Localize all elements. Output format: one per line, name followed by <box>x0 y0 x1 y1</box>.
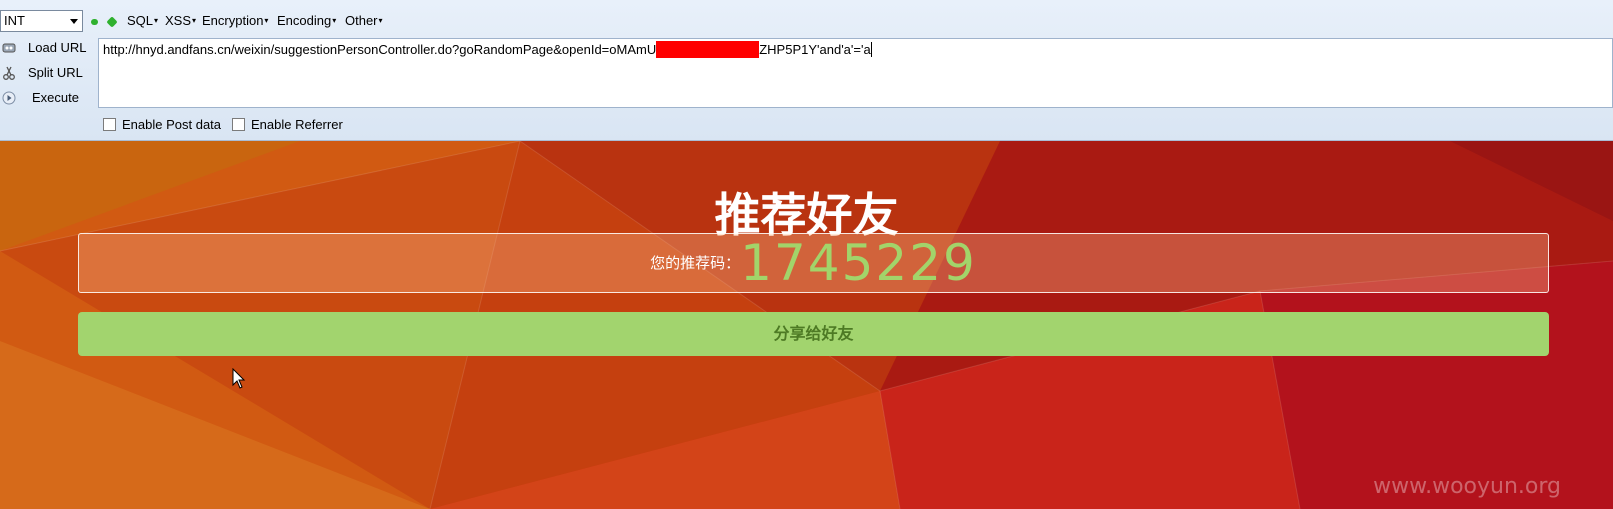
url-prefix: http://hnyd.andfans.cn/weixin/suggestion… <box>103 42 657 57</box>
menu-other[interactable]: Other▾ <box>345 13 383 28</box>
referral-code-box: 您的推荐码：1745229 <box>78 233 1549 293</box>
plus-icon[interactable] <box>106 16 118 28</box>
hackbar-toolbar: INT SQL▾ XSS▾ Encryption▾ Encoding▾ Othe… <box>0 0 1613 141</box>
menu-xss[interactable]: XSS▾ <box>165 13 196 28</box>
scissors-icon <box>3 66 15 80</box>
type-select[interactable]: INT <box>0 10 83 32</box>
chevron-down-icon[interactable] <box>70 19 78 24</box>
enable-referrer-checkbox[interactable]: Enable Referrer <box>232 117 343 132</box>
type-select-value: INT <box>4 13 25 28</box>
menu-encryption[interactable]: Encryption▾ <box>202 13 268 28</box>
watermark: www.wooyun.org <box>1373 474 1561 499</box>
menu-encoding[interactable]: Encoding▾ <box>277 13 336 28</box>
mouse-cursor-icon <box>232 368 246 389</box>
split-url-button[interactable]: Split URL <box>0 62 95 84</box>
checkbox-box[interactable] <box>103 118 116 131</box>
text-cursor <box>870 42 872 57</box>
referral-code-label: 您的推荐码： <box>650 254 741 272</box>
load-url-button[interactable]: Load URL <box>0 37 95 59</box>
referral-code-value: 1745229 <box>740 234 977 292</box>
checkbox-box[interactable] <box>232 118 245 131</box>
web-page: 推荐好友 您的推荐码：1745229 分享给好友 www.wooyun.org <box>0 141 1613 509</box>
share-to-friends-button[interactable]: 分享给好友 <box>78 312 1549 356</box>
play-icon <box>2 91 16 105</box>
redaction-block <box>656 41 760 58</box>
hackbar-topbar: INT SQL▾ XSS▾ Encryption▾ Encoding▾ Othe… <box>0 8 1613 34</box>
url-suffix: ZHP5P1Y'and'a'='a <box>759 42 871 57</box>
url-textarea[interactable]: http://hnyd.andfans.cn/weixin/suggestion… <box>98 38 1613 108</box>
execute-button[interactable]: Execute <box>0 87 95 109</box>
enable-post-data-checkbox[interactable]: Enable Post data <box>103 117 221 132</box>
load-url-icon <box>2 43 16 53</box>
minus-icon[interactable] <box>91 19 98 25</box>
menu-sql[interactable]: SQL▾ <box>127 13 158 28</box>
